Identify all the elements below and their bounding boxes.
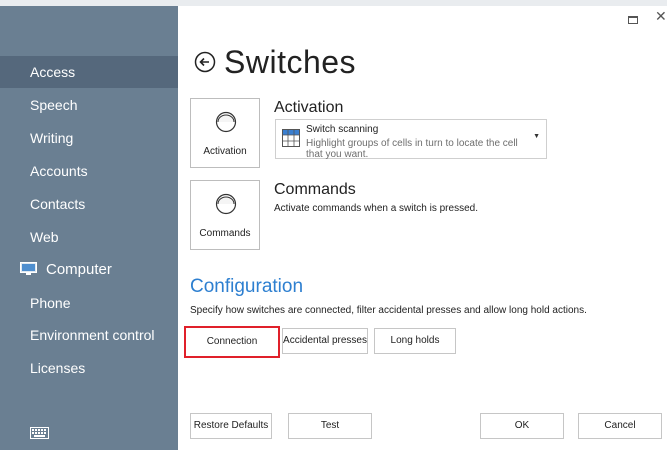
sidebar-item-web[interactable]: Web xyxy=(0,221,178,253)
long-holds-button[interactable]: Long holds xyxy=(374,328,456,354)
connection-button[interactable]: Connection xyxy=(184,326,280,358)
dropdown-selected-title: Switch scanning xyxy=(306,124,379,135)
page-title: Switches xyxy=(224,43,357,80)
title-row: Switches xyxy=(194,42,356,82)
sidebar-item-accounts[interactable]: Accounts xyxy=(0,155,178,187)
sidebar-item-licenses[interactable]: Licenses xyxy=(0,352,178,384)
sidebar-item-speech[interactable]: Speech xyxy=(0,89,178,121)
sidebar-item-label: Environment control xyxy=(30,327,155,343)
sidebar-item-contacts[interactable]: Contacts xyxy=(0,188,178,220)
commands-tile[interactable]: Commands xyxy=(190,180,260,250)
scanning-grid-icon xyxy=(282,129,300,147)
accidental-presses-button[interactable]: Accidental presses xyxy=(282,328,368,354)
close-icon[interactable]: ✕ xyxy=(655,9,667,23)
sidebar: Access Speech Writing Accounts Contacts … xyxy=(0,6,178,450)
configuration-description: Specify how switches are connected, filt… xyxy=(190,305,587,316)
sidebar-item-access[interactable]: Access xyxy=(0,56,178,88)
activation-tile[interactable]: Activation xyxy=(190,98,260,168)
sidebar-item-label: Accounts xyxy=(30,163,88,179)
sidebar-item-label: Writing xyxy=(30,130,74,146)
sidebar-item-writing[interactable]: Writing xyxy=(0,122,178,154)
dropdown-arrow-icon: ▼ xyxy=(533,133,540,140)
switch-icon xyxy=(215,193,237,215)
commands-description: Activate commands when a switch is press… xyxy=(274,203,478,214)
configuration-heading: Configuration xyxy=(190,276,304,297)
activation-dropdown[interactable]: Switch scanning Highlight groups of cell… xyxy=(275,119,547,160)
restore-icon[interactable] xyxy=(628,16,638,24)
main-panel: ✕ Switches Activation Activation Switch … xyxy=(178,6,667,450)
ok-button[interactable]: OK xyxy=(480,413,564,439)
sidebar-item-label: Speech xyxy=(30,97,78,113)
switch-icon xyxy=(215,111,237,133)
dropdown-selected-description: Highlight groups of cells in turn to loc… xyxy=(306,138,518,160)
restore-defaults-button[interactable]: Restore Defaults xyxy=(190,413,272,439)
back-arrow-icon[interactable] xyxy=(194,51,216,73)
sidebar-item-label: Computer xyxy=(46,261,112,278)
sidebar-item-label: Phone xyxy=(30,295,71,311)
test-button[interactable]: Test xyxy=(288,413,372,439)
commands-heading: Commands xyxy=(274,181,356,198)
sidebar-item-environment-control[interactable]: Environment control xyxy=(0,319,178,351)
sidebar-item-phone[interactable]: Phone xyxy=(0,287,178,319)
sidebar-item-computer[interactable]: Computer xyxy=(0,254,178,286)
sidebar-item-label: Web xyxy=(30,229,59,245)
activation-tile-label: Activation xyxy=(203,146,247,157)
commands-tile-label: Commands xyxy=(199,228,251,239)
sidebar-item-label: Access xyxy=(30,64,76,80)
computer-icon xyxy=(20,262,37,275)
sidebar-item-label: Contacts xyxy=(30,196,86,212)
keyboard-icon[interactable] xyxy=(30,427,49,439)
sidebar-item-label: Licenses xyxy=(30,360,86,376)
cancel-button[interactable]: Cancel xyxy=(578,413,662,439)
activation-heading: Activation xyxy=(274,99,344,116)
